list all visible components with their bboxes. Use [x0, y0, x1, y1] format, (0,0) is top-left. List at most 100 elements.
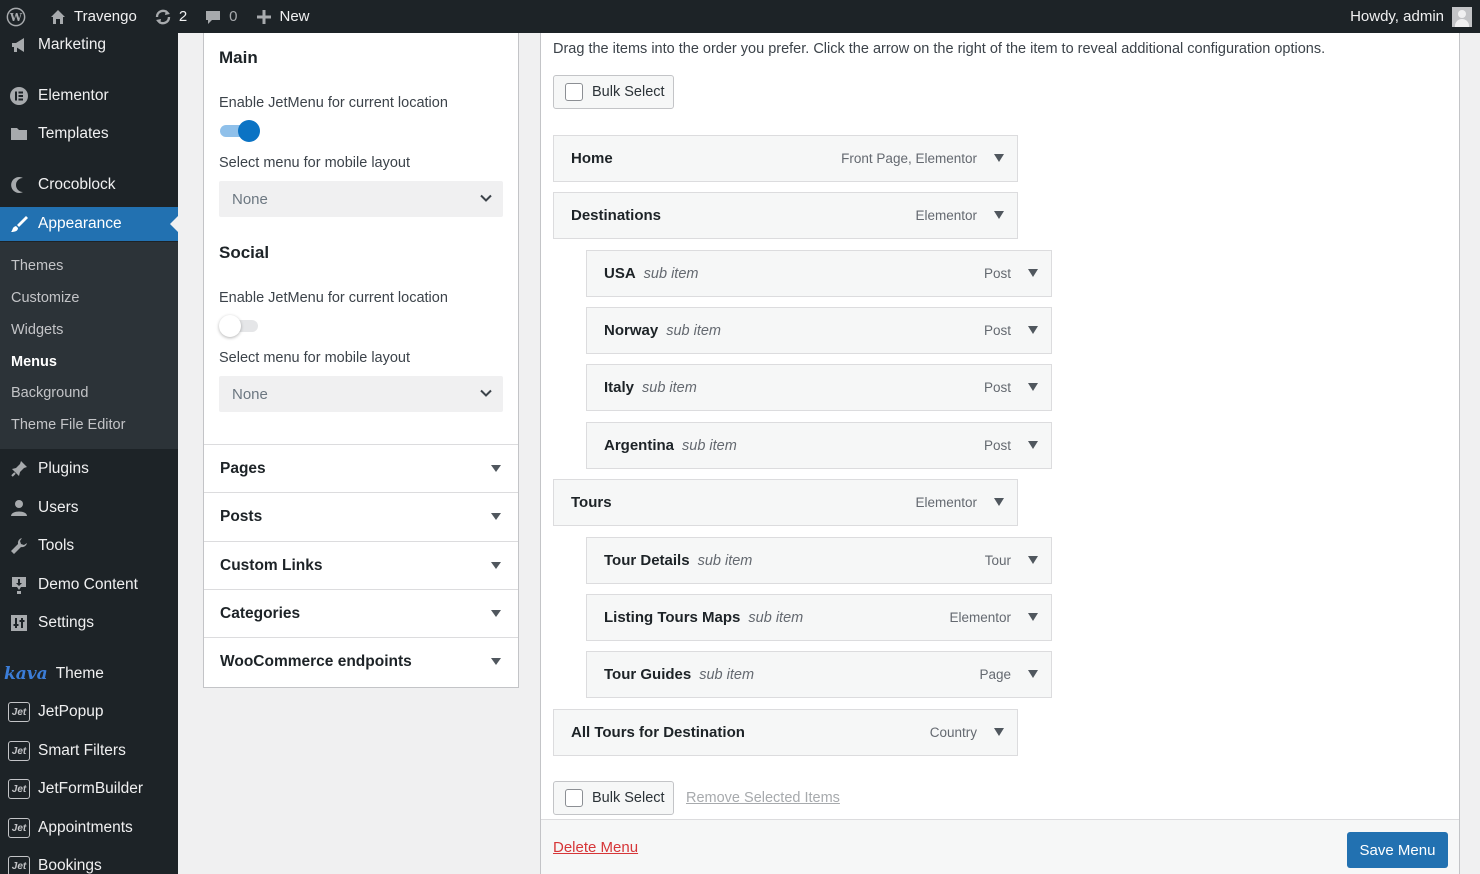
sidebar-item-crocoblock[interactable]: Crocoblock: [0, 168, 178, 202]
caret-down-icon[interactable]: [994, 211, 1004, 219]
caret-down-icon[interactable]: [994, 728, 1004, 736]
plugin-icon: [8, 458, 30, 480]
enable-jetmenu-toggle-social[interactable]: [219, 315, 258, 337]
updates-link[interactable]: 2: [145, 0, 195, 33]
sidebar-item-templates[interactable]: Templates: [0, 117, 178, 151]
menu-item-type: Country: [929, 725, 977, 740]
chevron-down-icon: [479, 191, 493, 209]
sidebar-item-jetformbuilder[interactable]: Jet JetFormBuilder: [0, 772, 178, 806]
menu-item-argentina[interactable]: Argentina sub item Post: [586, 422, 1052, 469]
sidebar-item-plugins[interactable]: Plugins: [0, 452, 178, 486]
sidebar-item-label: Theme: [55, 665, 104, 682]
jet-icon: Jet: [8, 855, 30, 874]
select-value: None: [232, 190, 268, 208]
bulk-select-label: Bulk Select: [592, 790, 665, 806]
menu-item-home[interactable]: Home Front Page, Elementor: [553, 135, 1018, 182]
crocoblock-icon: [8, 174, 30, 196]
sidebar-item-label: Crocoblock: [38, 176, 116, 193]
settings-icon: [8, 612, 30, 634]
bulk-select-checkbox[interactable]: [565, 83, 583, 101]
site-name-link[interactable]: Travengo: [40, 0, 145, 33]
caret-down-icon[interactable]: [994, 154, 1004, 162]
menu-item-destinations[interactable]: Destinations Elementor: [553, 192, 1018, 239]
sidebar-item-elementor[interactable]: Elementor: [0, 79, 178, 113]
sidebar-item-label: Plugins: [38, 460, 89, 477]
caret-down-icon[interactable]: [994, 498, 1004, 506]
caret-down-icon[interactable]: [1028, 383, 1038, 391]
caret-down-icon: [491, 513, 501, 520]
submenu-item-themes[interactable]: Themes: [11, 258, 63, 274]
sidebar-item-kava-theme[interactable]: kava Theme: [0, 657, 178, 691]
menu-item-norway[interactable]: Norway sub item Post: [586, 307, 1052, 354]
menu-item-usa[interactable]: USA sub item Post: [586, 250, 1052, 297]
sidebar-item-tools[interactable]: Tools: [0, 529, 178, 563]
bulk-select-button-top[interactable]: Bulk Select: [553, 75, 674, 109]
submenu-item-widgets[interactable]: Widgets: [11, 322, 63, 338]
menu-item-tour-guides[interactable]: Tour Guides sub item Page: [586, 651, 1052, 698]
comments-count: 0: [229, 8, 238, 25]
menu-item-all-tours-for-destination[interactable]: All Tours for Destination Country: [553, 709, 1018, 756]
wordpress-logo-button[interactable]: W: [0, 0, 40, 33]
sidebar-item-appointments[interactable]: Jet Appointments: [0, 811, 178, 845]
location-title-main: Main: [219, 48, 258, 67]
sidebar-item-label: Marketing: [38, 36, 107, 53]
new-content-link[interactable]: New: [246, 0, 318, 33]
menu-settings-panel: Main Enable JetMenu for current location…: [203, 33, 519, 688]
account-menu[interactable]: Howdy, admin: [1342, 0, 1480, 33]
sidebar-item-smart-filters[interactable]: Jet Smart Filters: [0, 734, 178, 768]
sidebar-item-appearance[interactable]: Appearance: [0, 207, 178, 241]
menu-item-tours[interactable]: Tours Elementor: [553, 479, 1018, 526]
admin-sidebar: Marketing Elementor Templates Crocoblock…: [0, 33, 178, 874]
caret-down-icon[interactable]: [1028, 269, 1038, 277]
menu-item-sub-label: sub item: [682, 437, 737, 454]
accordion-title: Custom Links: [220, 556, 323, 574]
menu-item-title: All Tours for Destination: [571, 724, 745, 741]
sidebar-item-marketing[interactable]: Marketing: [0, 33, 178, 62]
submenu-item-theme-file-editor[interactable]: Theme File Editor: [11, 417, 125, 433]
kava-logo: kava: [4, 664, 48, 684]
sidebar-item-jetpopup[interactable]: Jet JetPopup: [0, 695, 178, 729]
sidebar-item-bookings[interactable]: Jet Bookings: [0, 849, 178, 874]
accordion-woocommerce-endpoints[interactable]: WooCommerce endpoints: [204, 637, 518, 685]
mobile-menu-select-main[interactable]: None: [219, 181, 503, 217]
accordion-categories[interactable]: Categories: [204, 589, 518, 637]
mobile-layout-label: Select menu for mobile layout: [219, 155, 411, 171]
menu-item-type: Elementor: [915, 495, 977, 510]
submenu-item-customize[interactable]: Customize: [11, 290, 80, 306]
mobile-layout-label: Select menu for mobile layout: [219, 350, 411, 366]
sidebar-item-demo-content[interactable]: Demo Content: [0, 568, 178, 602]
submenu-item-menus[interactable]: Menus: [11, 354, 57, 370]
sidebar-item-label: Templates: [38, 125, 109, 142]
caret-down-icon[interactable]: [1028, 556, 1038, 564]
caret-down-icon[interactable]: [1028, 326, 1038, 334]
bulk-select-button-bottom[interactable]: Bulk Select: [553, 781, 674, 815]
user-icon: [8, 497, 30, 519]
download-icon: [8, 574, 30, 596]
menu-item-type: Front Page, Elementor: [841, 151, 977, 166]
delete-menu-link[interactable]: Delete Menu: [553, 839, 638, 856]
bulk-select-checkbox[interactable]: [565, 789, 583, 807]
caret-down-icon[interactable]: [1028, 670, 1038, 678]
menu-item-tour-details[interactable]: Tour Details sub item Tour: [586, 537, 1052, 584]
caret-down-icon[interactable]: [1028, 613, 1038, 621]
select-value: None: [232, 385, 268, 403]
sidebar-item-label: Elementor: [38, 87, 109, 104]
menu-item-italy[interactable]: Italy sub item Post: [586, 364, 1052, 411]
submenu-item-background[interactable]: Background: [11, 385, 88, 401]
folder-icon: [8, 123, 30, 145]
save-menu-button[interactable]: Save Menu: [1347, 832, 1448, 868]
comments-link[interactable]: 0: [195, 0, 245, 33]
accordion-pages[interactable]: Pages: [204, 444, 518, 492]
accordion-posts[interactable]: Posts: [204, 492, 518, 540]
mobile-menu-select-social[interactable]: None: [219, 376, 503, 412]
paintbrush-icon: [8, 213, 30, 235]
menu-item-listing-tours-maps[interactable]: Listing Tours Maps sub item Elementor: [586, 594, 1052, 641]
sidebar-item-settings[interactable]: Settings: [0, 606, 178, 640]
caret-down-icon[interactable]: [1028, 441, 1038, 449]
remove-selected-items-link[interactable]: Remove Selected Items: [686, 790, 840, 806]
accordion-custom-links[interactable]: Custom Links: [204, 541, 518, 589]
sidebar-item-users[interactable]: Users: [0, 491, 178, 525]
appearance-submenu: Themes Customize Widgets Menus Backgroun…: [0, 242, 178, 449]
enable-jetmenu-toggle-main[interactable]: [220, 120, 260, 142]
caret-down-icon: [491, 465, 501, 472]
